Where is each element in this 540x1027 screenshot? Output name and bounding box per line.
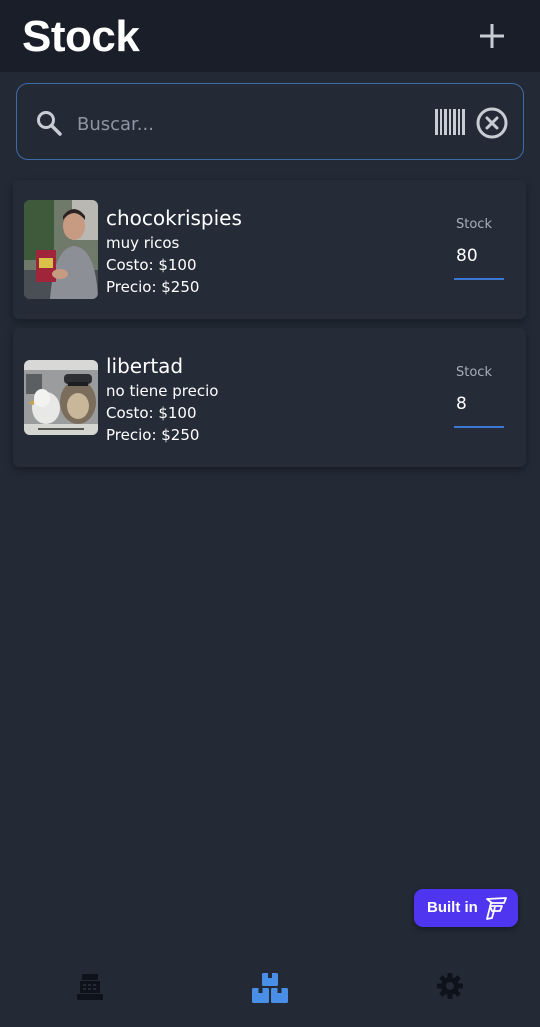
nav-item-cash-register[interactable] [0, 955, 180, 1027]
stock-label: Stock [456, 217, 492, 232]
plus-icon[interactable] [478, 22, 506, 50]
built-in-label: Built in [427, 899, 478, 916]
product-card[interactable]: libertad no tiene precio Costo: $100 Pre… [13, 328, 526, 467]
search-bar [16, 83, 524, 160]
stock-field[interactable]: 80 [454, 240, 504, 280]
product-description: muy ricos [106, 234, 180, 252]
product-cost: Costo: $100 [106, 256, 197, 274]
built-in-badge[interactable]: Built in [414, 889, 518, 927]
nav-item-stock[interactable] [180, 955, 360, 1027]
product-price: Precio: $250 [106, 278, 200, 296]
product-image [24, 200, 98, 299]
search-input[interactable] [75, 108, 419, 140]
stock-label: Stock [456, 365, 492, 380]
cash-register-icon [77, 974, 103, 1000]
boxes-icon [252, 973, 288, 1003]
product-description: no tiene precio [106, 382, 219, 400]
product-name: chocokrispies [106, 206, 242, 230]
bottom-nav [0, 955, 540, 1027]
product-name: libertad [106, 354, 184, 378]
product-cost: Costo: $100 [106, 404, 197, 422]
stock-field[interactable]: 8 [454, 388, 504, 428]
page-title: Stock [22, 12, 140, 61]
clear-circle-icon[interactable] [475, 106, 509, 140]
product-image [24, 360, 98, 435]
stock-value: 8 [456, 394, 467, 414]
product-card[interactable]: chocokrispies muy ricos Costo: $100 Prec… [13, 180, 526, 319]
product-price: Precio: $250 [106, 426, 200, 444]
app-bar: Stock [0, 0, 540, 72]
nav-item-settings[interactable] [360, 955, 540, 1027]
stock-value: 80 [456, 246, 478, 266]
barcode-icon[interactable] [434, 108, 468, 136]
search-icon [37, 111, 62, 136]
builder-logo-icon [486, 897, 507, 920]
gear-icon [437, 973, 463, 999]
